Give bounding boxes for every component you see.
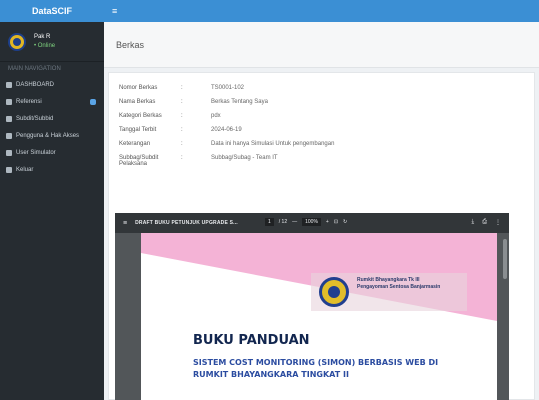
pdf-viewer[interactable]: ≡ DRAFT BUKU PETUNJUK UPGRADE S... 1 / 1… bbox=[115, 213, 509, 400]
detail-label: Subbag/Subdit Pelaksana bbox=[119, 155, 159, 167]
sidebar-item-label: Pengguna & Hak Akses bbox=[16, 132, 80, 139]
rotate-icon[interactable]: ↻ bbox=[343, 219, 347, 225]
page-title: Berkas bbox=[116, 40, 145, 50]
download-icon[interactable]: ⤓ bbox=[472, 219, 475, 226]
zoom-level[interactable]: 100% bbox=[302, 218, 321, 226]
menu-header: MAIN NAVIGATION bbox=[8, 66, 61, 72]
sidebar-item-keluar[interactable]: Keluar bbox=[0, 161, 104, 178]
users-icon bbox=[6, 132, 12, 139]
sidebar-item-label: Referensi bbox=[16, 98, 42, 105]
detail-separator: : bbox=[181, 141, 183, 147]
detail-value: pdx bbox=[211, 113, 221, 119]
detail-row: Keterangan : Data ini hanya Simulasi Unt… bbox=[119, 141, 519, 155]
detail-row: Tanggal Terbit : 2024-06-19 bbox=[119, 127, 519, 141]
pdf-toolbar: ≡ DRAFT BUKU PETUNJUK UPGRADE S... 1 / 1… bbox=[115, 213, 509, 233]
detail-label: Nama Berkas bbox=[119, 99, 156, 105]
user-panel: Pak R • Online bbox=[0, 22, 104, 62]
detail-row: Nomor Berkas : TS0001-102 bbox=[119, 85, 519, 99]
detail-separator: : bbox=[181, 85, 183, 91]
detail-value: Data ini hanya Simulasi Untuk pengembang… bbox=[211, 141, 335, 147]
sidebar-item-label: User Simulator bbox=[16, 149, 56, 156]
menu-toggle-icon[interactable]: ≡ bbox=[112, 6, 117, 16]
document-title: BUKU PANDUAN bbox=[193, 333, 310, 348]
detail-separator: : bbox=[181, 155, 183, 161]
detail-label: Kategori Berkas bbox=[119, 113, 162, 119]
avatar bbox=[8, 32, 26, 51]
pdf-page: Rumkit Bhayangkara Tk III Pengayoman Sen… bbox=[141, 233, 497, 400]
detail-value: Berkas Tentang Saya bbox=[211, 99, 268, 105]
page-header: Berkas bbox=[104, 22, 539, 68]
app-logo[interactable]: DataSCIF bbox=[0, 0, 104, 22]
building-icon bbox=[6, 115, 12, 122]
pdf-actions: ⤓ ⎙ ⋮ bbox=[472, 219, 501, 226]
logout-icon bbox=[6, 166, 12, 173]
detail-separator: : bbox=[181, 99, 183, 105]
detail-row: Kategori Berkas : pdx bbox=[119, 113, 519, 127]
topbar: ≡ bbox=[104, 0, 539, 22]
detail-separator: : bbox=[181, 127, 183, 133]
sidebar-item-subdit[interactable]: Subdit/Subbid bbox=[0, 110, 104, 127]
detail-table: Nomor Berkas : TS0001-102 Nama Berkas : … bbox=[119, 85, 519, 179]
expand-badge bbox=[90, 98, 96, 105]
organization-name: Rumkit Bhayangkara Tk III Pengayoman Sen… bbox=[357, 277, 441, 290]
detail-label: Nomor Berkas bbox=[119, 85, 158, 91]
detail-separator: : bbox=[181, 113, 183, 119]
pdf-controls: 1 / 12 — 100% + ⊡ ↻ bbox=[265, 218, 347, 226]
detail-value: 2024-06-19 bbox=[211, 127, 242, 133]
detail-card: Nomor Berkas : TS0001-102 Nama Berkas : … bbox=[108, 72, 535, 400]
user-status: • Online bbox=[34, 42, 56, 49]
detail-value: Subbag/Subag - Team IT bbox=[211, 155, 278, 161]
person-icon bbox=[6, 149, 12, 156]
zoom-in-icon[interactable]: + bbox=[326, 219, 329, 225]
page-count: / 12 bbox=[278, 219, 288, 225]
sidebar-item-pengguna[interactable]: Pengguna & Hak Akses bbox=[0, 127, 104, 144]
zoom-out-icon[interactable]: — bbox=[292, 219, 297, 225]
detail-value: TS0001-102 bbox=[211, 85, 245, 91]
detail-label: Tanggal Terbit bbox=[119, 127, 157, 133]
pdf-scrollbar[interactable] bbox=[503, 239, 507, 279]
pdf-filename: DRAFT BUKU PETUNJUK UPGRADE S... bbox=[135, 220, 238, 226]
list-icon bbox=[6, 98, 12, 105]
document-subtitle: SISTEM COST MONITORING (SIMON) BERBASIS … bbox=[193, 358, 439, 379]
detail-label: Keterangan bbox=[119, 141, 151, 147]
sidebar-item-label: Keluar bbox=[16, 166, 34, 173]
fit-page-icon[interactable]: ⊡ bbox=[334, 219, 338, 225]
sidebar-item-label: DASHBOARD bbox=[16, 81, 55, 88]
dashboard-icon bbox=[6, 81, 12, 88]
sidebar-item-label: Subdit/Subbid bbox=[16, 115, 54, 122]
sidebar-item-referensi[interactable]: Referensi bbox=[0, 93, 104, 110]
detail-row: Nama Berkas : Berkas Tentang Saya bbox=[119, 99, 519, 113]
detail-row: Subbag/Subdit Pelaksana : Subbag/Subag -… bbox=[119, 155, 519, 179]
sidebar-item-dashboard[interactable]: DASHBOARD bbox=[0, 76, 104, 93]
page-number-input[interactable]: 1 bbox=[265, 218, 274, 226]
menu-icon[interactable]: ≡ bbox=[123, 220, 127, 227]
user-name: Pak R bbox=[34, 33, 51, 40]
sidebar-item-user-simulator[interactable]: User Simulator bbox=[0, 144, 104, 161]
sidebar: DataSCIF Pak R • Online MAIN NAVIGATION … bbox=[0, 0, 104, 400]
more-options-icon[interactable]: ⋮ bbox=[495, 219, 501, 226]
hospital-seal-logo bbox=[319, 277, 349, 307]
print-icon[interactable]: ⎙ bbox=[482, 219, 487, 226]
